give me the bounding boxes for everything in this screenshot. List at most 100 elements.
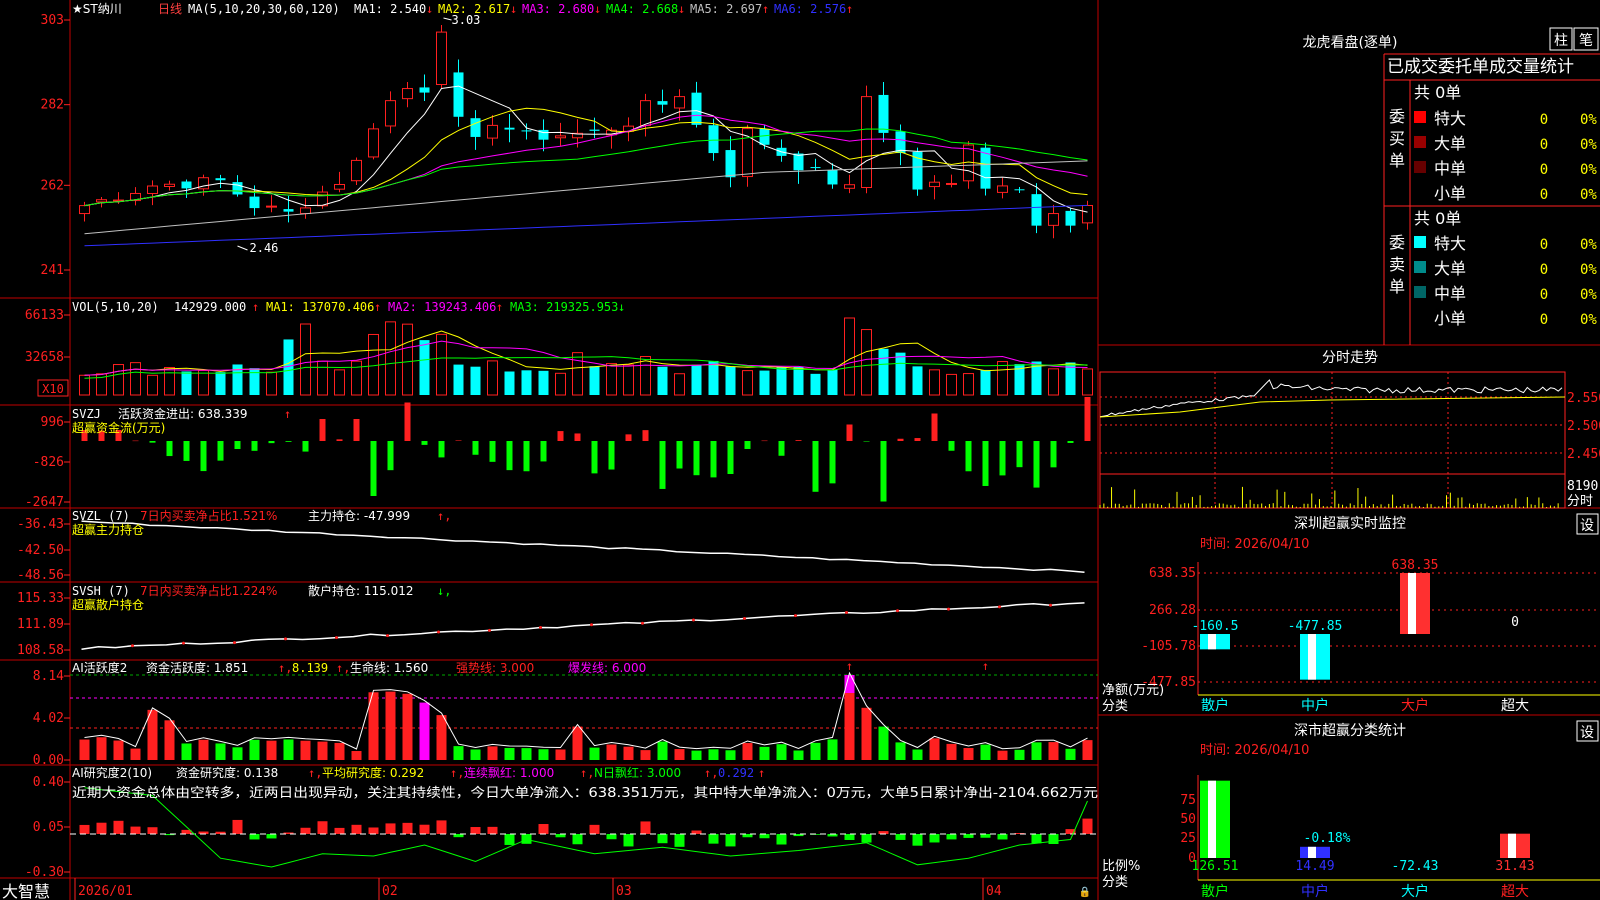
- sell-row-count: 0: [1540, 312, 1548, 328]
- research-bar-down: [249, 834, 260, 840]
- fund-flow-bar-out: [1067, 441, 1074, 443]
- activity-bar: [997, 750, 1008, 760]
- vol-arrow: ↑: [252, 300, 259, 314]
- sell-legend-swatch: [1414, 286, 1426, 298]
- svzl-arrow: ↑,: [437, 509, 451, 523]
- candle-up: [844, 184, 855, 189]
- tab-bar-label[interactable]: 柱: [1554, 33, 1568, 49]
- buy-row-count: 0: [1540, 112, 1548, 128]
- buy-row-count: 0: [1540, 137, 1548, 153]
- continuous-red-value: 连续飘红: 1.000: [464, 765, 554, 780]
- sell-row-count: 0: [1540, 237, 1548, 253]
- activity-bar: [113, 740, 124, 760]
- activity-bar: [929, 738, 940, 760]
- buy-row-count: 0: [1540, 187, 1548, 203]
- volume-bar-up: [113, 364, 124, 396]
- ma-arrow-2: ↓: [510, 2, 517, 16]
- fund-flow-bar-in: [846, 424, 853, 441]
- candle-up: [555, 135, 566, 139]
- intraday-price-tick: 2.450: [1567, 447, 1600, 462]
- ai-research-comment: 近期大资金总体由空转多，近两日出现异动，关注其持续性，今日大单净流入：638.3…: [72, 785, 1098, 801]
- activity-bar: [249, 739, 260, 760]
- activity-bar: [742, 743, 753, 760]
- ma-value-3: MA3: 2.680: [522, 2, 594, 16]
- avg-research-value: 平均研究度: 0.292: [322, 765, 424, 780]
- stock-chart-screen[interactable]: 3.032.46★ST纳川 日线 MA(5,10,20,30,60,120) MA1:…: [0, 0, 1600, 900]
- stock-name[interactable]: ★ST纳川: [72, 2, 122, 16]
- brand-logo[interactable]: 大智慧: [2, 882, 50, 900]
- position-marker: [233, 641, 236, 645]
- volume-bar-up: [1082, 368, 1093, 396]
- fund-flow-bar-out: [999, 441, 1006, 476]
- buy-row-pct: 0%: [1580, 162, 1597, 178]
- research-bar-up: [317, 821, 328, 834]
- candle-up: [300, 207, 311, 214]
- fund-flow-bar-out: [965, 441, 972, 472]
- sz-category-settings-label[interactable]: 设: [1580, 725, 1594, 741]
- volume-bar-down: [776, 367, 787, 395]
- volume-bar-up: [844, 317, 855, 396]
- ai-active-axis-tick: 4.02: [33, 711, 64, 726]
- ai-research-axis-tick: -0.30: [25, 865, 64, 880]
- activity-bar: [759, 746, 770, 760]
- vol-ma-value-2: MA2: 139243.406: [388, 300, 496, 314]
- sz-monitor-settings-label[interactable]: 设: [1580, 518, 1594, 534]
- candle-up: [487, 124, 498, 139]
- date-label: 03: [616, 884, 632, 899]
- activity-bar: [589, 747, 600, 760]
- fund-flow-bar-out: [387, 441, 394, 471]
- buy-row-name: 特大: [1434, 109, 1466, 128]
- vol-axis-tick: 66133: [25, 308, 64, 323]
- candle-down: [1031, 194, 1042, 226]
- sz-category-bar-highlight: [1508, 833, 1516, 858]
- candle-up: [1082, 204, 1093, 224]
- buy-row-pct: 0%: [1580, 187, 1597, 203]
- price-axis-tick: 241: [41, 263, 64, 278]
- volume-bar-up: [368, 333, 379, 396]
- candle-up: [674, 96, 685, 109]
- ai-research-arrow: ↑,: [450, 766, 464, 780]
- ai-research-arrow: ↑,: [580, 766, 594, 780]
- vol-ma-value-3: MA3: 219325.953: [510, 300, 618, 314]
- activity-bar: [317, 741, 328, 760]
- ma-value-6: MA6: 2.576: [774, 2, 846, 16]
- activity-bar: [878, 726, 889, 760]
- fund-flow-bar-out: [302, 441, 309, 452]
- sz-category-bar-label: 126.51: [1192, 859, 1239, 874]
- candle-down: [657, 101, 668, 105]
- sz-category-bar-highlight: [1308, 846, 1316, 858]
- sz-category-name: 超大: [1501, 884, 1529, 900]
- fund-flow-bar-in: [574, 433, 581, 441]
- volume-bar-up: [402, 323, 413, 396]
- volume-bar-up: [198, 369, 209, 396]
- tab-order-label[interactable]: 笔: [1579, 33, 1593, 49]
- sell-total: 共 0单: [1414, 209, 1461, 228]
- candle-up: [147, 185, 158, 194]
- sz-monitor-bar-label: -477.85: [1288, 619, 1343, 634]
- candle-up: [402, 88, 413, 100]
- fund-flow-bar-out: [778, 441, 785, 456]
- candle-up: [946, 182, 957, 185]
- fund-flow-bar-out: [438, 441, 445, 458]
- candle-up: [929, 181, 940, 188]
- vol-ma-value-1: MA1: 137070.406: [266, 300, 374, 314]
- research-bar-down: [946, 834, 957, 840]
- lock-icon[interactable]: 🔒: [1079, 886, 1091, 898]
- research-bar-down: [266, 834, 277, 839]
- fund-flow-bar-out: [608, 441, 615, 470]
- sell-row-pct: 0%: [1580, 287, 1597, 303]
- ma-arrow-4: ↓: [678, 2, 685, 16]
- activity-bar: [912, 749, 923, 760]
- svsh-header: SVSH (7): [72, 584, 130, 598]
- fund-flow-bar-out: [1050, 441, 1057, 468]
- sz-category-x-label: 分类: [1102, 875, 1128, 890]
- buy-legend-swatch: [1414, 111, 1426, 123]
- position-marker: [998, 605, 1001, 609]
- volume-bar-up: [946, 373, 957, 396]
- svzj-axis-tick: -826: [33, 455, 64, 470]
- sell-row-name: 特大: [1434, 234, 1466, 253]
- activity-bar: [708, 749, 719, 760]
- activity-bar: [300, 740, 311, 760]
- period-label[interactable]: 日线: [158, 2, 182, 16]
- buy-row-name: 小单: [1434, 184, 1466, 203]
